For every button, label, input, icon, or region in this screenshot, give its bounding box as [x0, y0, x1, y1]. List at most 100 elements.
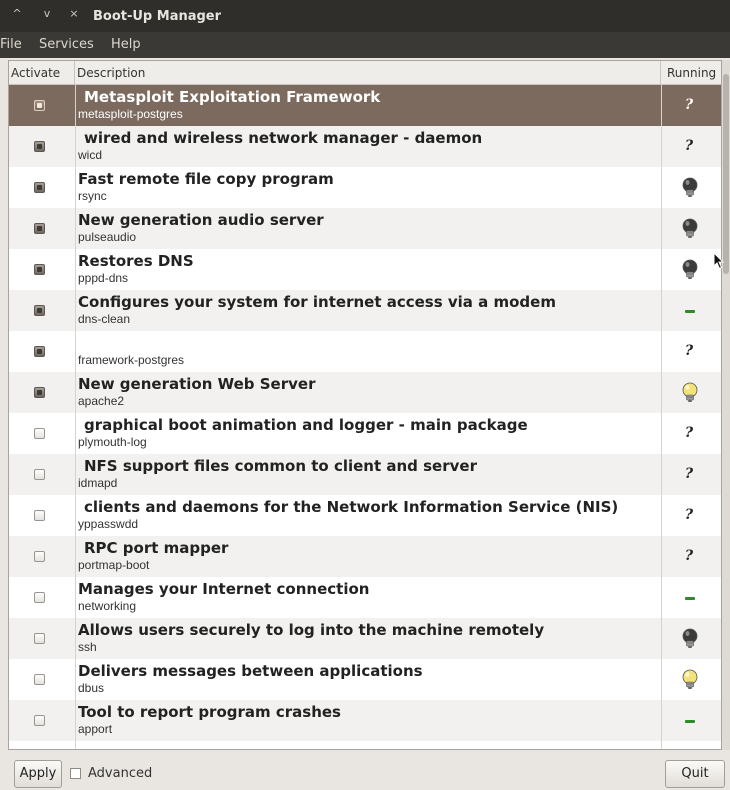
menu-services[interactable]: Services [39, 37, 94, 52]
services-list[interactable]: Activate Description Running Metasploit … [8, 60, 722, 750]
column-activate[interactable]: Activate [9, 61, 75, 85]
activate-checkbox[interactable] [34, 592, 45, 603]
apply-button[interactable]: Apply [14, 760, 62, 788]
service-name: wicd [78, 148, 103, 162]
table-row[interactable]: Allows users securely to log into the ma… [9, 618, 721, 659]
column-divider [75, 85, 76, 749]
unknown-status: ? [684, 343, 694, 359]
running-status [661, 249, 717, 290]
window-title: Boot-Up Manager [93, 9, 222, 24]
table-row[interactable]: RPC port mapper portmap-boot? [9, 536, 721, 577]
activate-checkbox[interactable] [34, 223, 45, 234]
activate-checkbox[interactable] [34, 674, 45, 685]
service-title: Delivers messages between applications [78, 662, 423, 680]
close-button[interactable]: × [67, 7, 81, 20]
table-row[interactable]: New generation Web Server apache2 [9, 372, 721, 413]
service-title: Allows users securely to log into the ma… [78, 621, 545, 639]
menu-file[interactable]: File [0, 37, 22, 52]
service-name: metasploit-postgres [78, 107, 183, 121]
activate-checkbox[interactable] [34, 633, 45, 644]
unknown-status: ? [684, 97, 694, 113]
service-title: New generation Web Server [78, 375, 316, 393]
maximize-button[interactable]: v [40, 7, 54, 20]
service-title: Manages your Internet connection [78, 580, 370, 598]
bulb-off-icon [682, 628, 698, 648]
table-row[interactable]: graphical boot animation and logger - ma… [9, 413, 721, 454]
vertical-scrollbar[interactable] [722, 60, 730, 750]
running-status [661, 290, 717, 331]
minimize-button[interactable]: ^ [10, 7, 24, 20]
column-divider [661, 85, 662, 749]
column-description[interactable]: Description [75, 61, 661, 85]
service-title: graphical boot animation and logger - ma… [84, 416, 528, 434]
activate-checkbox[interactable] [34, 428, 45, 439]
unknown-status: ? [684, 466, 694, 482]
service-title: New generation audio server [78, 211, 324, 229]
activate-checkbox[interactable] [34, 264, 45, 275]
menu-bar: File Services Help [0, 32, 730, 58]
table-row[interactable]: Fast remote file copy program rsync [9, 167, 721, 208]
activate-checkbox[interactable] [34, 182, 45, 193]
dash-icon [685, 720, 695, 723]
running-status: ? [661, 454, 717, 495]
activate-checkbox[interactable] [34, 551, 45, 562]
unknown-status: ? [684, 507, 694, 523]
dash-icon [685, 597, 695, 600]
service-title: Metasploit Exploitation Framework [84, 88, 381, 106]
table-row[interactable]: NFS support files common to client and s… [9, 454, 721, 495]
running-status [661, 167, 717, 208]
activate-checkbox[interactable] [34, 305, 45, 316]
service-name: idmapd [78, 476, 118, 490]
table-row[interactable]: Manages your Internet connection networki… [9, 577, 721, 618]
advanced-label[interactable]: Advanced [88, 766, 152, 781]
quit-button[interactable]: Quit [665, 760, 725, 788]
running-status: ? [661, 126, 717, 167]
bulb-off-icon [682, 259, 698, 279]
activate-checkbox[interactable] [34, 510, 45, 521]
activate-checkbox[interactable] [34, 715, 45, 726]
table-row[interactable]: Delivers messages between applications db… [9, 659, 721, 700]
table-row[interactable]: framework-postgres? [9, 331, 721, 372]
running-status: ? [661, 495, 717, 536]
table-row[interactable]: wired and wireless network manager - dae… [9, 126, 721, 167]
service-name: dns-clean [78, 312, 131, 326]
service-name: apache2 [78, 394, 125, 408]
service-name: apport [78, 722, 113, 736]
activate-checkbox[interactable] [34, 469, 45, 480]
bulb-off-icon [682, 218, 698, 238]
activate-checkbox[interactable] [34, 100, 45, 111]
column-running[interactable]: Running [661, 61, 717, 85]
table-row[interactable]: clients and daemons for the Network Info… [9, 495, 721, 536]
scrollbar-thumb[interactable] [723, 74, 729, 274]
service-title: NFS support files common to client and s… [84, 457, 477, 475]
service-title: clients and daemons for the Network Info… [84, 498, 619, 516]
menu-help[interactable]: Help [111, 37, 141, 52]
running-status [661, 659, 717, 700]
bulb-on-icon [682, 382, 698, 402]
running-status [661, 577, 717, 618]
unknown-status: ? [684, 138, 694, 154]
activate-checkbox[interactable] [34, 141, 45, 152]
activate-checkbox[interactable] [34, 387, 45, 398]
service-name: dbus [78, 681, 105, 695]
service-name: rsync [78, 189, 107, 203]
service-name: ssh [78, 640, 97, 654]
table-row[interactable]: Tool to report program crashes apport [9, 700, 721, 741]
running-status: ? [661, 85, 717, 126]
service-name: portmap-boot [78, 558, 150, 572]
running-status [661, 372, 717, 413]
table-row[interactable]: Metasploit Exploitation Framework metaspl… [9, 85, 721, 126]
service-name: plymouth-log [78, 435, 147, 449]
table-row[interactable]: Restores DNS pppd-dns [9, 249, 721, 290]
service-title: RPC port mapper [84, 539, 229, 557]
table-row[interactable]: Configures your system for internet acce… [9, 290, 721, 331]
activate-checkbox[interactable] [34, 346, 45, 357]
dash-icon [685, 310, 695, 313]
table-row[interactable]: New generation audio server pulseaudio [9, 208, 721, 249]
list-header: Activate Description Running [9, 61, 721, 85]
advanced-checkbox[interactable] [70, 768, 81, 779]
running-status: ? [661, 413, 717, 454]
bulb-on-icon [682, 669, 698, 689]
title-bar: ^ v × Boot-Up Manager [0, 0, 730, 32]
bottom-bar: Apply Advanced Quit [0, 752, 730, 790]
